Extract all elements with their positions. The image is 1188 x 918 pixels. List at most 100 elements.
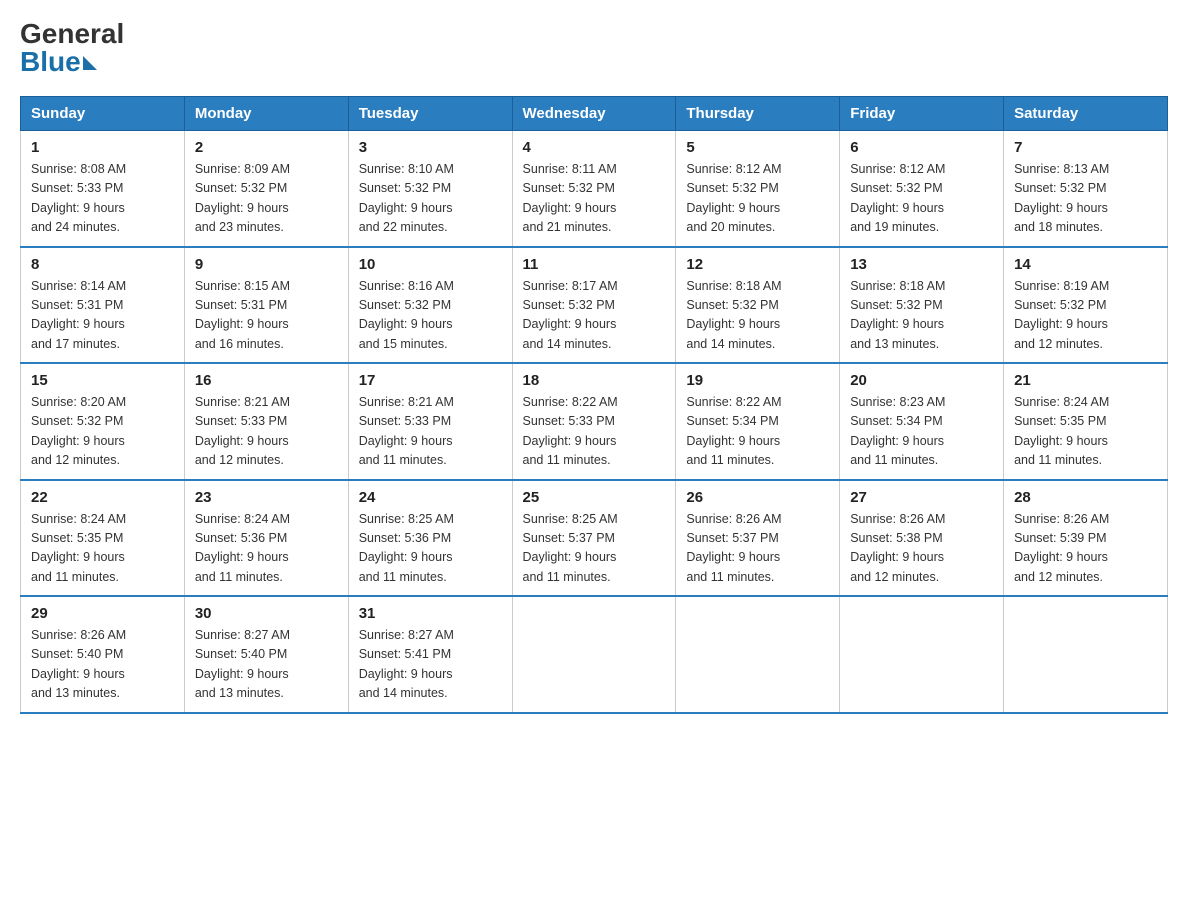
calendar-cell: 18 Sunrise: 8:22 AMSunset: 5:33 PMDaylig… — [512, 363, 676, 480]
day-number: 29 — [31, 605, 174, 622]
day-number: 8 — [31, 256, 174, 273]
day-number: 21 — [1014, 372, 1157, 389]
day-number: 27 — [850, 489, 993, 506]
day-number: 9 — [195, 256, 338, 273]
calendar-table: SundayMondayTuesdayWednesdayThursdayFrid… — [20, 96, 1168, 714]
calendar-cell: 4 Sunrise: 8:11 AMSunset: 5:32 PMDayligh… — [512, 131, 676, 247]
calendar-cell: 14 Sunrise: 8:19 AMSunset: 5:32 PMDaylig… — [1004, 247, 1168, 364]
calendar-cell: 22 Sunrise: 8:24 AMSunset: 5:35 PMDaylig… — [21, 480, 185, 597]
day-number: 17 — [359, 372, 502, 389]
calendar-cell — [512, 596, 676, 713]
calendar-cell: 2 Sunrise: 8:09 AMSunset: 5:32 PMDayligh… — [184, 131, 348, 247]
calendar-week-4: 22 Sunrise: 8:24 AMSunset: 5:35 PMDaylig… — [21, 480, 1168, 597]
day-info: Sunrise: 8:15 AMSunset: 5:31 PMDaylight:… — [195, 279, 290, 351]
day-number: 31 — [359, 605, 502, 622]
day-info: Sunrise: 8:16 AMSunset: 5:32 PMDaylight:… — [359, 279, 454, 351]
calendar-cell — [840, 596, 1004, 713]
day-info: Sunrise: 8:17 AMSunset: 5:32 PMDaylight:… — [523, 279, 618, 351]
day-number: 16 — [195, 372, 338, 389]
day-number: 20 — [850, 372, 993, 389]
calendar-cell: 7 Sunrise: 8:13 AMSunset: 5:32 PMDayligh… — [1004, 131, 1168, 247]
calendar-cell: 6 Sunrise: 8:12 AMSunset: 5:32 PMDayligh… — [840, 131, 1004, 247]
calendar-cell — [1004, 596, 1168, 713]
day-number: 30 — [195, 605, 338, 622]
day-number: 5 — [686, 139, 829, 156]
day-info: Sunrise: 8:11 AMSunset: 5:32 PMDaylight:… — [523, 162, 617, 234]
calendar-week-2: 8 Sunrise: 8:14 AMSunset: 5:31 PMDayligh… — [21, 247, 1168, 364]
day-info: Sunrise: 8:22 AMSunset: 5:34 PMDaylight:… — [686, 395, 781, 467]
calendar-header-sunday: Sunday — [21, 97, 185, 131]
day-number: 4 — [523, 139, 666, 156]
day-info: Sunrise: 8:21 AMSunset: 5:33 PMDaylight:… — [359, 395, 454, 467]
calendar-cell: 19 Sunrise: 8:22 AMSunset: 5:34 PMDaylig… — [676, 363, 840, 480]
calendar-cell: 15 Sunrise: 8:20 AMSunset: 5:32 PMDaylig… — [21, 363, 185, 480]
day-info: Sunrise: 8:20 AMSunset: 5:32 PMDaylight:… — [31, 395, 126, 467]
day-info: Sunrise: 8:25 AMSunset: 5:36 PMDaylight:… — [359, 512, 454, 584]
day-info: Sunrise: 8:27 AMSunset: 5:40 PMDaylight:… — [195, 628, 290, 700]
calendar-cell: 20 Sunrise: 8:23 AMSunset: 5:34 PMDaylig… — [840, 363, 1004, 480]
day-info: Sunrise: 8:13 AMSunset: 5:32 PMDaylight:… — [1014, 162, 1109, 234]
day-info: Sunrise: 8:12 AMSunset: 5:32 PMDaylight:… — [850, 162, 945, 234]
calendar-cell: 9 Sunrise: 8:15 AMSunset: 5:31 PMDayligh… — [184, 247, 348, 364]
day-info: Sunrise: 8:18 AMSunset: 5:32 PMDaylight:… — [686, 279, 781, 351]
day-number: 25 — [523, 489, 666, 506]
day-info: Sunrise: 8:25 AMSunset: 5:37 PMDaylight:… — [523, 512, 618, 584]
day-number: 12 — [686, 256, 829, 273]
calendar-cell: 24 Sunrise: 8:25 AMSunset: 5:36 PMDaylig… — [348, 480, 512, 597]
calendar-cell: 17 Sunrise: 8:21 AMSunset: 5:33 PMDaylig… — [348, 363, 512, 480]
day-number: 14 — [1014, 256, 1157, 273]
day-number: 22 — [31, 489, 174, 506]
day-info: Sunrise: 8:19 AMSunset: 5:32 PMDaylight:… — [1014, 279, 1109, 351]
calendar-cell: 11 Sunrise: 8:17 AMSunset: 5:32 PMDaylig… — [512, 247, 676, 364]
day-info: Sunrise: 8:23 AMSunset: 5:34 PMDaylight:… — [850, 395, 945, 467]
calendar-week-1: 1 Sunrise: 8:08 AMSunset: 5:33 PMDayligh… — [21, 131, 1168, 247]
day-info: Sunrise: 8:12 AMSunset: 5:32 PMDaylight:… — [686, 162, 781, 234]
day-info: Sunrise: 8:08 AMSunset: 5:33 PMDaylight:… — [31, 162, 126, 234]
calendar-header-row: SundayMondayTuesdayWednesdayThursdayFrid… — [21, 97, 1168, 131]
calendar-cell: 16 Sunrise: 8:21 AMSunset: 5:33 PMDaylig… — [184, 363, 348, 480]
day-number: 19 — [686, 372, 829, 389]
day-info: Sunrise: 8:26 AMSunset: 5:39 PMDaylight:… — [1014, 512, 1109, 584]
day-number: 18 — [523, 372, 666, 389]
day-info: Sunrise: 8:18 AMSunset: 5:32 PMDaylight:… — [850, 279, 945, 351]
day-number: 24 — [359, 489, 502, 506]
calendar-cell: 1 Sunrise: 8:08 AMSunset: 5:33 PMDayligh… — [21, 131, 185, 247]
calendar-cell: 28 Sunrise: 8:26 AMSunset: 5:39 PMDaylig… — [1004, 480, 1168, 597]
day-info: Sunrise: 8:10 AMSunset: 5:32 PMDaylight:… — [359, 162, 454, 234]
logo-blue-text: Blue — [20, 48, 97, 76]
logo: General Blue — [20, 20, 124, 76]
day-info: Sunrise: 8:26 AMSunset: 5:40 PMDaylight:… — [31, 628, 126, 700]
calendar-cell: 27 Sunrise: 8:26 AMSunset: 5:38 PMDaylig… — [840, 480, 1004, 597]
day-info: Sunrise: 8:09 AMSunset: 5:32 PMDaylight:… — [195, 162, 290, 234]
day-info: Sunrise: 8:24 AMSunset: 5:35 PMDaylight:… — [31, 512, 126, 584]
day-number: 7 — [1014, 139, 1157, 156]
calendar-cell: 3 Sunrise: 8:10 AMSunset: 5:32 PMDayligh… — [348, 131, 512, 247]
calendar-header-saturday: Saturday — [1004, 97, 1168, 131]
calendar-week-5: 29 Sunrise: 8:26 AMSunset: 5:40 PMDaylig… — [21, 596, 1168, 713]
calendar-header-tuesday: Tuesday — [348, 97, 512, 131]
calendar-cell: 26 Sunrise: 8:26 AMSunset: 5:37 PMDaylig… — [676, 480, 840, 597]
calendar-cell: 10 Sunrise: 8:16 AMSunset: 5:32 PMDaylig… — [348, 247, 512, 364]
day-info: Sunrise: 8:21 AMSunset: 5:33 PMDaylight:… — [195, 395, 290, 467]
calendar-cell — [676, 596, 840, 713]
calendar-header-thursday: Thursday — [676, 97, 840, 131]
day-number: 23 — [195, 489, 338, 506]
day-number: 3 — [359, 139, 502, 156]
day-number: 26 — [686, 489, 829, 506]
calendar-cell: 29 Sunrise: 8:26 AMSunset: 5:40 PMDaylig… — [21, 596, 185, 713]
calendar-header-friday: Friday — [840, 97, 1004, 131]
calendar-cell: 31 Sunrise: 8:27 AMSunset: 5:41 PMDaylig… — [348, 596, 512, 713]
calendar-header-wednesday: Wednesday — [512, 97, 676, 131]
day-number: 6 — [850, 139, 993, 156]
day-info: Sunrise: 8:24 AMSunset: 5:36 PMDaylight:… — [195, 512, 290, 584]
calendar-cell: 30 Sunrise: 8:27 AMSunset: 5:40 PMDaylig… — [184, 596, 348, 713]
day-number: 15 — [31, 372, 174, 389]
page-header: General Blue — [20, 20, 1168, 76]
calendar-cell: 12 Sunrise: 8:18 AMSunset: 5:32 PMDaylig… — [676, 247, 840, 364]
calendar-cell: 21 Sunrise: 8:24 AMSunset: 5:35 PMDaylig… — [1004, 363, 1168, 480]
logo-general-text: General — [20, 20, 124, 48]
calendar-week-3: 15 Sunrise: 8:20 AMSunset: 5:32 PMDaylig… — [21, 363, 1168, 480]
calendar-cell: 13 Sunrise: 8:18 AMSunset: 5:32 PMDaylig… — [840, 247, 1004, 364]
day-number: 10 — [359, 256, 502, 273]
day-info: Sunrise: 8:26 AMSunset: 5:38 PMDaylight:… — [850, 512, 945, 584]
